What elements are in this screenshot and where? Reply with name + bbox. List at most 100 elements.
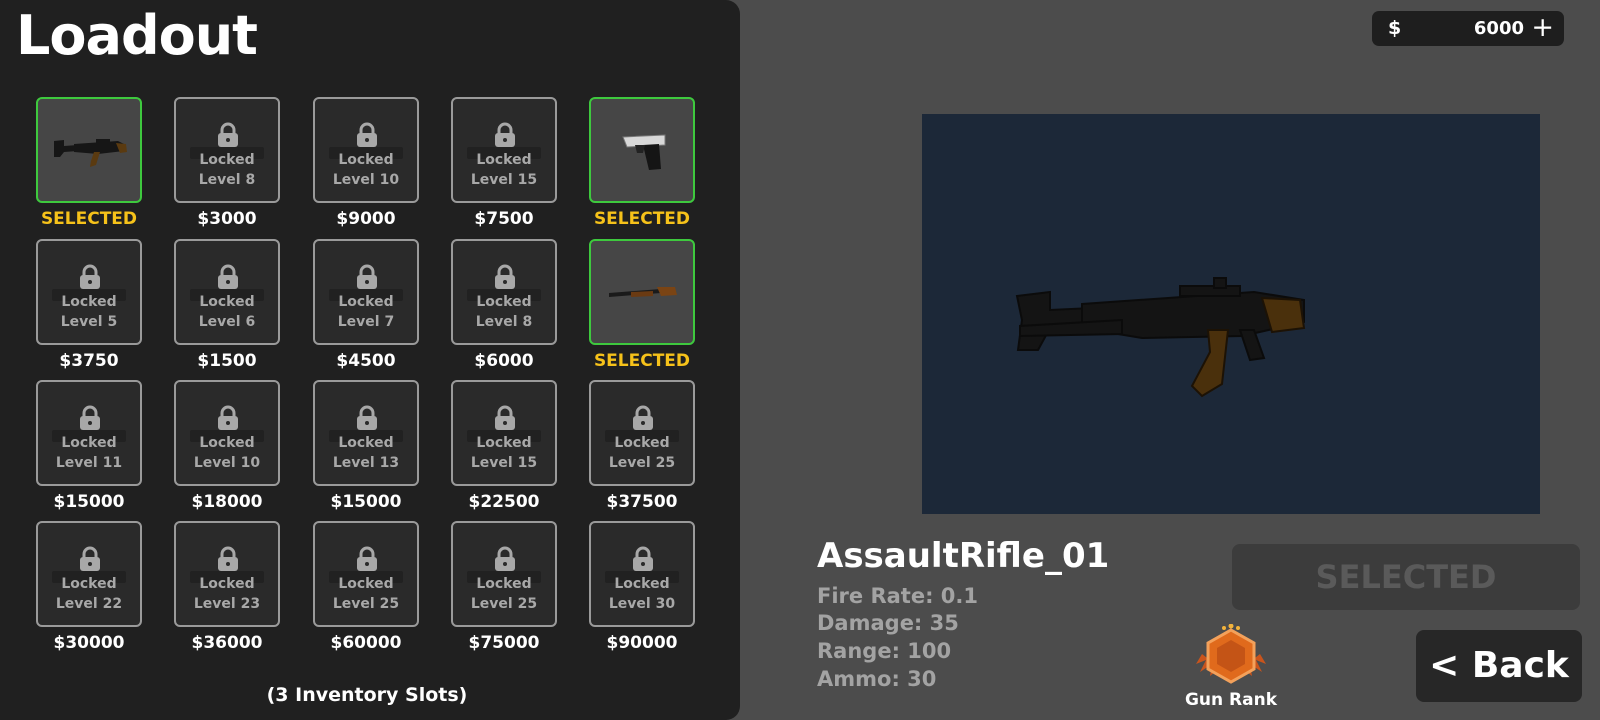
weapon-price: $1500 <box>197 351 257 371</box>
locked-weapon-slot[interactable]: Locked Level 10 <box>313 97 419 203</box>
required-level: Level 22 <box>55 596 123 612</box>
weapon-price: $15000 <box>53 492 125 512</box>
locked-weapon-slot[interactable]: Locked Level 25 <box>313 521 419 627</box>
assault-rifle-preview-icon <box>1015 277 1306 398</box>
weapon-name: AssaultRifle_01 <box>817 536 1110 576</box>
gun-rank-label: Gun Rank <box>1184 690 1278 710</box>
lock-icon <box>357 405 377 430</box>
required-level: Level 13 <box>332 455 400 471</box>
locked-label: Locked <box>476 576 532 592</box>
weapon-slot[interactable] <box>36 97 142 203</box>
required-level: Level 8 <box>475 314 533 330</box>
currency-amount: 6000 <box>1473 18 1524 39</box>
locked-weapon-slot[interactable]: Locked Level 15 <box>451 97 557 203</box>
required-level: Level 23 <box>193 596 261 612</box>
selected-status-button: SELECTED <box>1232 544 1580 610</box>
lock-icon <box>495 405 515 430</box>
assault-rifle-icon <box>54 139 127 167</box>
lock-icon <box>218 405 238 430</box>
selected-label: SELECTED <box>593 351 691 371</box>
locked-label: Locked <box>614 576 670 592</box>
add-currency-button[interactable]: + <box>1531 12 1554 43</box>
locked-weapon-slot[interactable]: Locked Level 7 <box>313 239 419 345</box>
locked-label: Locked <box>614 435 670 451</box>
stat-fire-rate: Fire Rate: 0.1 <box>817 584 978 608</box>
locked-label: Locked <box>199 152 255 168</box>
currency-symbol: $ <box>1388 17 1402 39</box>
weapon-price: $9000 <box>336 209 396 229</box>
weapon-price: $3000 <box>197 209 257 229</box>
required-level: Level 8 <box>198 172 256 188</box>
locked-weapon-slot[interactable]: Locked Level 30 <box>589 521 695 627</box>
weapon-price: $30000 <box>53 633 125 653</box>
lock-icon <box>218 264 238 289</box>
locked-label: Locked <box>338 294 394 310</box>
stat-range: Range: 100 <box>817 639 952 663</box>
required-level: Level 15 <box>470 172 538 188</box>
locked-weapon-slot[interactable]: Locked Level 8 <box>174 97 280 203</box>
weapon-slot[interactable] <box>589 97 695 203</box>
locked-label: Locked <box>61 294 117 310</box>
locked-weapon-slot[interactable]: Locked Level 5 <box>36 239 142 345</box>
weapon-price: $37500 <box>606 492 678 512</box>
locked-label: Locked <box>338 152 394 168</box>
required-level: Level 5 <box>60 314 118 330</box>
weapon-price: $22500 <box>468 492 540 512</box>
weapon-price: $7500 <box>474 209 534 229</box>
locked-label: Locked <box>199 435 255 451</box>
locked-label: Locked <box>476 294 532 310</box>
locked-weapon-slot[interactable]: Locked Level 11 <box>36 380 142 486</box>
locked-label: Locked <box>61 576 117 592</box>
locked-weapon-slot[interactable]: Locked Level 8 <box>451 239 557 345</box>
locked-weapon-slot[interactable]: Locked Level 6 <box>174 239 280 345</box>
stat-ammo: Ammo: 30 <box>817 667 937 691</box>
locked-label: Locked <box>338 435 394 451</box>
required-level: Level 25 <box>332 596 400 612</box>
shotgun-icon <box>609 287 677 297</box>
required-level: Level 30 <box>608 596 676 612</box>
locked-weapon-slot[interactable]: Locked Level 10 <box>174 380 280 486</box>
weapon-price: $4500 <box>336 351 396 371</box>
weapon-price: $6000 <box>474 351 534 371</box>
required-level: Level 11 <box>55 455 123 471</box>
locked-weapon-slot[interactable]: Locked Level 25 <box>451 521 557 627</box>
lock-icon <box>218 546 238 571</box>
required-level: Level 25 <box>608 455 676 471</box>
locked-label: Locked <box>476 152 532 168</box>
locked-label: Locked <box>199 576 255 592</box>
weapon-slot[interactable] <box>589 239 695 345</box>
lock-icon <box>633 546 653 571</box>
lock-icon <box>495 264 515 289</box>
loadout-panel: Loadout SELECTED Locked Level 8 $3000 Locked… <box>0 0 740 720</box>
locked-label: Locked <box>61 435 117 451</box>
locked-weapon-slot[interactable]: Locked Level 25 <box>589 380 695 486</box>
lock-icon <box>80 264 100 289</box>
lock-icon <box>218 122 238 147</box>
required-level: Level 10 <box>332 172 400 188</box>
locked-weapon-slot[interactable]: Locked Level 15 <box>451 380 557 486</box>
weapon-price: $36000 <box>191 633 263 653</box>
required-level: Level 7 <box>337 314 395 330</box>
inventory-slots-note: (3 Inventory Slots) <box>266 684 468 706</box>
lock-icon <box>80 546 100 571</box>
weapon-price: $18000 <box>191 492 263 512</box>
lock-icon <box>357 264 377 289</box>
locked-weapon-slot[interactable]: Locked Level 23 <box>174 521 280 627</box>
required-level: Level 15 <box>470 455 538 471</box>
gun-rank-badge-icon <box>1196 624 1266 684</box>
lock-icon <box>495 546 515 571</box>
selected-label: SELECTED <box>593 209 691 229</box>
stat-damage: Damage: 35 <box>817 611 959 635</box>
lock-icon <box>357 546 377 571</box>
required-level: Level 10 <box>193 455 261 471</box>
weapon-price: $75000 <box>468 633 540 653</box>
weapon-price: $3750 <box>59 351 119 371</box>
locked-weapon-slot[interactable]: Locked Level 13 <box>313 380 419 486</box>
pistol-icon <box>622 134 666 170</box>
weapon-preview <box>922 114 1540 514</box>
required-level: Level 25 <box>470 596 538 612</box>
locked-weapon-slot[interactable]: Locked Level 22 <box>36 521 142 627</box>
back-button[interactable]: < Back <box>1416 630 1582 702</box>
required-level: Level 6 <box>198 314 256 330</box>
selected-label: SELECTED <box>40 209 138 229</box>
